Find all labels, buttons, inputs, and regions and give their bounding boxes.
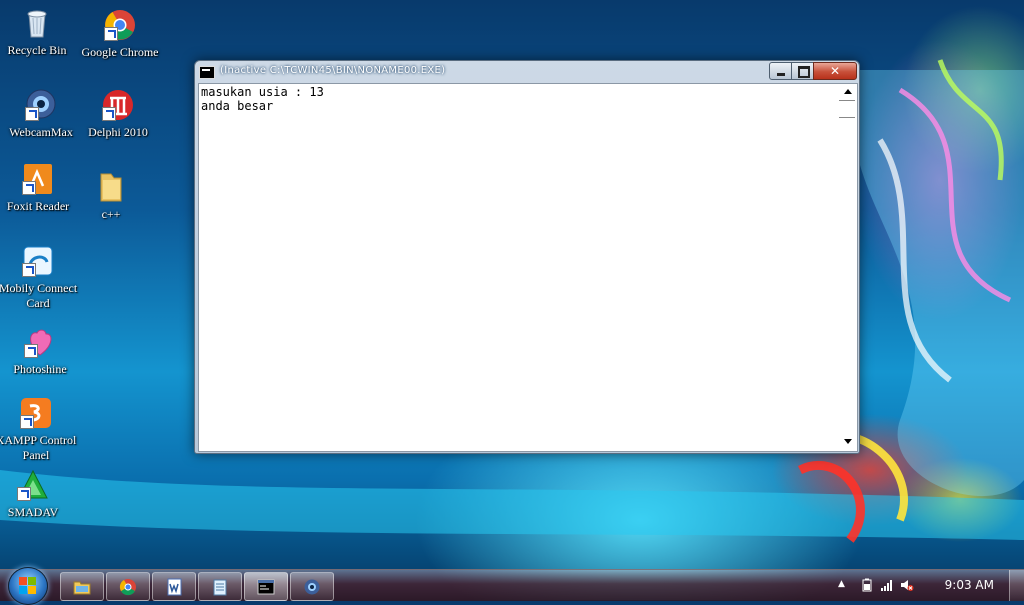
word-icon [167, 578, 182, 596]
explorer-folder-icon [73, 581, 91, 595]
desktop-icon-label: XAMPP Control Panel [0, 433, 77, 462]
console-area[interactable]: masukan usia : 13 anda besar [198, 83, 858, 452]
recycle-bin-icon [20, 6, 54, 40]
desktop-icon-label: Recycle Bin [7, 43, 67, 57]
taskbar-notepad-button[interactable] [198, 572, 242, 601]
console-icon [257, 579, 275, 595]
shortcut-arrow-icon [17, 487, 31, 501]
taskbar-console-button[interactable] [244, 572, 288, 601]
desktop-icon-recycle-bin[interactable]: Recycle Bin [0, 6, 79, 58]
desktop-icon-xampp[interactable]: XAMPP Control Panel [0, 396, 78, 463]
desktop-icon-label: c++ [101, 207, 121, 221]
foxit-reader-icon [21, 162, 55, 196]
taskbar-word-button[interactable] [152, 572, 196, 601]
vertical-scrollbar[interactable] [839, 84, 857, 449]
taskbar-chrome-button[interactable] [106, 572, 150, 601]
shortcut-arrow-icon [104, 27, 118, 41]
window-title: (Inactive C:\TCWIN45\BIN\NONAME00.EXE) [220, 65, 446, 76]
desktop-icon-cpp-folder[interactable]: c++ [69, 170, 153, 222]
desktop-icon-webcammax[interactable]: WebcamMax [0, 88, 83, 140]
webcam-icon [304, 579, 320, 595]
console-line: masukan usia : 13 [201, 85, 324, 99]
desktop-icon-label: Photoshine [13, 362, 67, 376]
clock[interactable]: 9:03 AM [945, 578, 994, 592]
shortcut-arrow-icon [22, 181, 36, 195]
console-window-icon[interactable] [199, 66, 215, 79]
maximize-icon [798, 66, 810, 78]
console-line: anda besar [201, 99, 274, 113]
start-button[interactable] [8, 567, 48, 605]
taskbar-webcammax-button[interactable] [290, 572, 334, 601]
volume-muted-icon[interactable] [900, 578, 914, 592]
show-desktop-button[interactable] [1009, 570, 1024, 601]
taskbar-explorer-button[interactable] [60, 572, 104, 601]
desktop-icon-photoshine[interactable]: Photoshine [0, 325, 82, 377]
desktop-icon-mobily[interactable]: Mobily Connect Card [0, 244, 80, 311]
system-tray: ▲ 9:03 AM [834, 570, 1024, 601]
mobily-icon [21, 244, 55, 278]
delphi-icon [101, 88, 135, 122]
console-window[interactable]: (Inactive C:\TCWIN45\BIN\NONAME00.EXE) ✕… [194, 60, 860, 454]
shortcut-arrow-icon [22, 263, 36, 277]
shortcut-arrow-icon [20, 415, 34, 429]
webcam-icon [24, 88, 58, 122]
window-titlebar[interactable]: (Inactive C:\TCWIN45\BIN\NONAME00.EXE) ✕ [195, 61, 859, 83]
xampp-icon [19, 396, 53, 430]
shortcut-arrow-icon [24, 344, 38, 358]
folder-icon [94, 170, 128, 204]
desktop-icon-label: Mobily Connect Card [0, 281, 78, 310]
scroll-down-arrow-icon[interactable] [839, 433, 856, 449]
desktop-icon-google-chrome[interactable]: Google Chrome [78, 8, 162, 60]
desktop-icon-label: Foxit Reader [6, 199, 70, 213]
maximize-button[interactable] [791, 62, 815, 80]
desktop-icon-foxit-reader[interactable]: Foxit Reader [0, 162, 80, 214]
desktop-icon-smadav[interactable]: SMADAV [0, 468, 75, 520]
close-icon: ✕ [829, 64, 841, 78]
show-hidden-icons-arrow-icon[interactable]: ▲ [838, 579, 845, 589]
desktop-icon-delphi[interactable]: Delphi 2010 [76, 88, 160, 140]
chrome-icon [103, 8, 137, 42]
minimize-icon [777, 73, 785, 76]
notepad-icon [213, 579, 227, 596]
network-signal-icon[interactable] [880, 578, 894, 592]
console-output[interactable]: masukan usia : 13 anda besar [200, 85, 837, 449]
desktop-icon-label: Delphi 2010 [88, 125, 148, 139]
windows-logo-icon [19, 577, 37, 595]
minimize-button[interactable] [769, 62, 793, 80]
desktop-icon-label: SMADAV [7, 505, 59, 519]
battery-icon[interactable] [860, 578, 874, 592]
taskbar: ▲ 9:03 AM [0, 567, 1024, 605]
shortcut-arrow-icon [102, 107, 116, 121]
scrollbar-thumb[interactable] [839, 100, 855, 118]
chrome-icon [119, 579, 136, 596]
desktop-icon-label: WebcamMax [9, 125, 73, 139]
shortcut-arrow-icon [25, 107, 39, 121]
close-button[interactable]: ✕ [813, 62, 857, 80]
photoshine-icon [23, 325, 57, 359]
scroll-up-arrow-icon[interactable] [839, 84, 856, 100]
smadav-icon [16, 468, 50, 502]
desktop-icon-label: Google Chrome [81, 45, 159, 59]
